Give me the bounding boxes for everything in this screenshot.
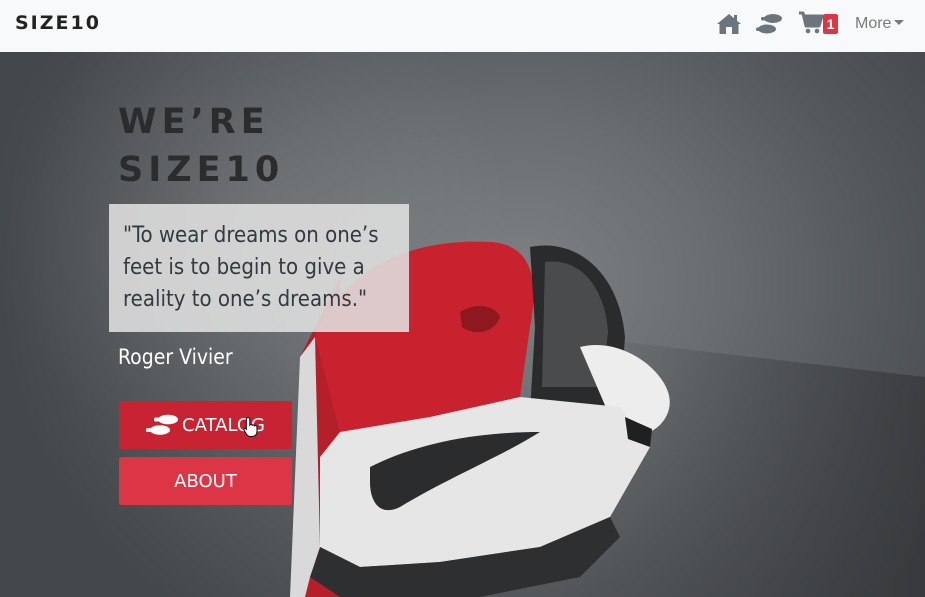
more-label: More [855, 15, 892, 32]
hero-headline: WE’RE SIZE10 [118, 98, 284, 194]
catalog-button[interactable]: CATALOG [119, 401, 292, 449]
brand-logo[interactable]: SIZE10 [15, 9, 101, 37]
catalog-label: CATALOG [182, 414, 265, 436]
quote-box: "To wear dreams on one’s feet is to begi… [109, 204, 409, 332]
cart-icon [799, 11, 824, 34]
navbar: SIZE10 1 More [0, 0, 925, 52]
quote-text: "To wear dreams on one’s feet is to begi… [123, 223, 379, 312]
caret-down-icon [894, 20, 905, 25]
about-button[interactable]: ABOUT [119, 457, 292, 505]
more-dropdown[interactable]: More [855, 13, 905, 35]
hero-section: WE’RE SIZE10 "To wear dreams on one’s fe… [0, 52, 925, 597]
cart-button[interactable]: 1 [799, 11, 841, 37]
headline-line-1: WE’RE [118, 102, 270, 142]
home-icon[interactable] [716, 12, 742, 36]
quote-author: Roger Vivier [118, 345, 233, 369]
about-label: ABOUT [174, 470, 237, 492]
headline-line-2: SIZE10 [118, 150, 285, 190]
cart-count-badge: 1 [823, 14, 838, 34]
footsteps-icon[interactable] [756, 12, 784, 36]
footsteps-icon [146, 414, 179, 435]
